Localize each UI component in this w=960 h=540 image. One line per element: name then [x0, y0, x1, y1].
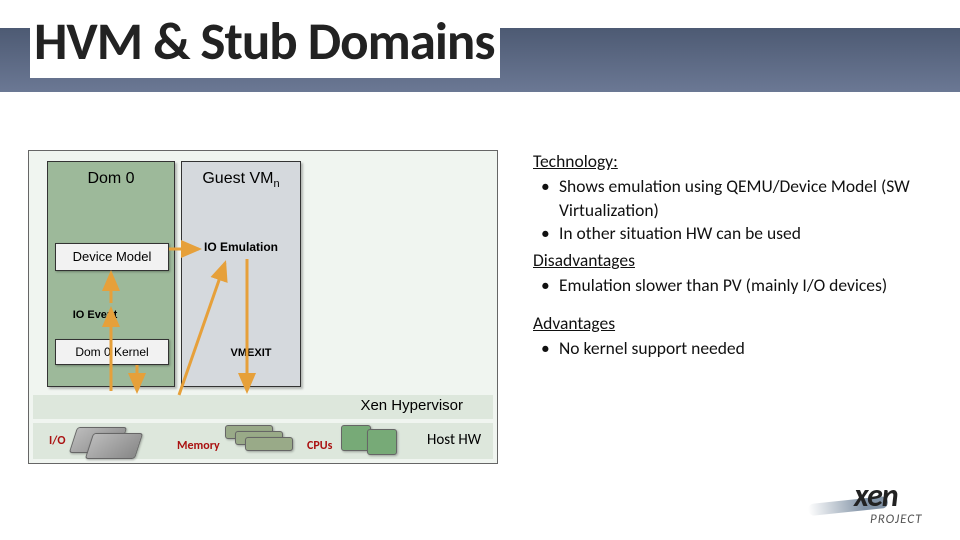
dom0-label: Dom 0	[48, 162, 174, 188]
io-event-label: IO Event	[59, 307, 131, 325]
list-item: Shows emulation using QEMU/Device Model …	[557, 175, 928, 222]
list-item: No kernel support needed	[557, 337, 928, 360]
hypervisor-bar: Xen Hypervisor	[33, 395, 493, 419]
technology-list: Shows emulation using QEMU/Device Model …	[533, 175, 928, 245]
guest-vm-label: Guest VMn	[182, 162, 300, 190]
hw-host-label: Host HW	[427, 431, 481, 449]
memory-icon	[245, 437, 293, 451]
xen-project-logo: xen PROJECT	[814, 474, 944, 530]
disadvantages-list: Emulation slower than PV (mainly I/O dev…	[533, 274, 928, 297]
cpu-icon	[367, 429, 397, 455]
hw-io-label: I/O	[49, 434, 65, 448]
disadvantages-heading: Disadvantages	[533, 249, 928, 272]
list-item: Emulation slower than PV (mainly I/O dev…	[557, 274, 928, 297]
logo-subtext: PROJECT	[870, 512, 922, 527]
guest-vm-prefix: Guest VM	[202, 170, 273, 187]
list-item: In other situation HW can be used	[557, 222, 928, 245]
notes-column: Technology: Shows emulation using QEMU/D…	[533, 150, 928, 364]
hw-cpus-label: CPUs	[307, 439, 332, 453]
hw-memory-label: Memory	[177, 439, 220, 453]
nic-icon	[85, 433, 143, 459]
vmexit-label: VMEXIT	[219, 345, 283, 363]
technology-heading: Technology:	[533, 150, 928, 173]
slide-title: HVM & Stub Domains	[30, 10, 500, 78]
logo-word: xen	[854, 476, 898, 515]
device-model-box: Device Model	[55, 243, 169, 271]
io-emulation-label: IO Emulation	[181, 237, 301, 259]
architecture-diagram: Dom 0 Guest VMn IO Emulation Device Mode…	[28, 150, 498, 464]
advantages-list: No kernel support needed	[533, 337, 928, 360]
dom0-kernel-box: Dom 0 Kernel	[55, 339, 169, 365]
guest-vm-subscript: n	[274, 178, 280, 190]
advantages-heading: Advantages	[533, 312, 928, 335]
